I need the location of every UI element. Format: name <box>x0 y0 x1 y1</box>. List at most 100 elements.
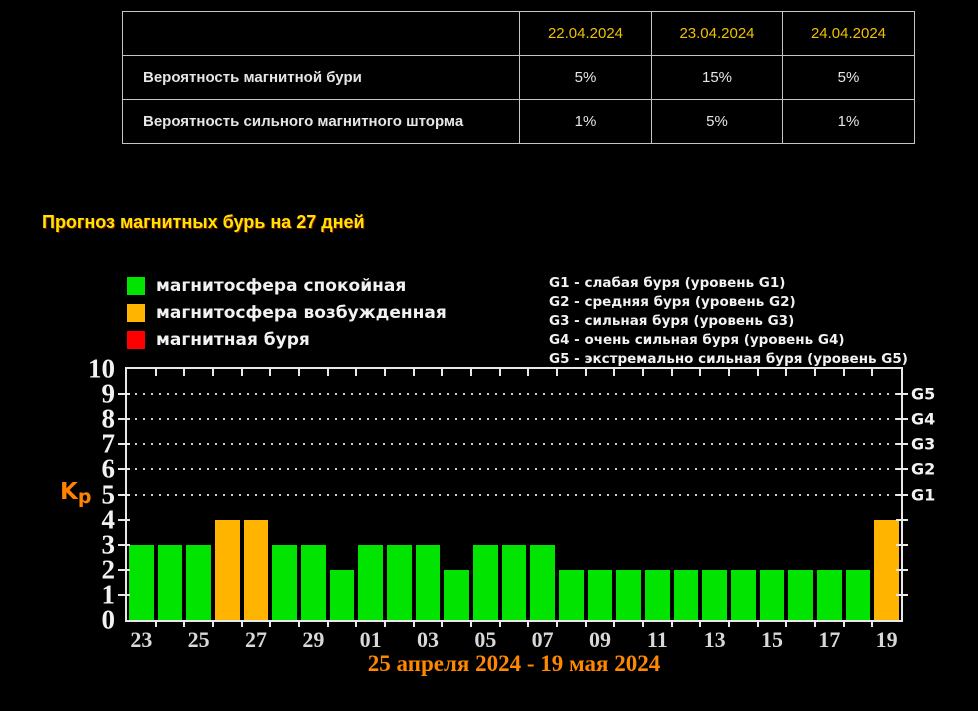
kp-bar-12 <box>674 570 699 620</box>
table-row: Вероятность сильного магнитного шторма 1… <box>123 100 915 144</box>
y-tick-label: 10 <box>88 356 115 383</box>
bar-slot <box>213 369 242 620</box>
x-tick-label: 01 <box>360 627 382 653</box>
storm-level-list: G1 - слабая буря (уровень G1)G2 - средня… <box>549 274 908 369</box>
left-axis-tick <box>118 519 130 521</box>
legend-item: магнитосфера возбужденная <box>127 299 447 326</box>
top-axis-tick <box>269 369 271 376</box>
right-axis-tick <box>896 494 908 496</box>
x-tick-label: 25 <box>188 627 210 653</box>
kp-bar-chart <box>125 367 903 622</box>
y-tick-label: 8 <box>102 406 116 433</box>
top-axis-tick <box>527 369 529 376</box>
top-axis-tick <box>871 369 873 376</box>
bar-slot <box>844 369 873 620</box>
top-axis-tick <box>642 369 644 376</box>
bars-container <box>127 369 901 620</box>
table-row: Вероятность магнитной бури 5% 15% 5% <box>123 56 915 100</box>
x-tick-label: 27 <box>245 627 267 653</box>
bar-slot <box>385 369 414 620</box>
top-axis-tick <box>183 369 185 376</box>
x-tick-label: 15 <box>761 627 783 653</box>
top-axis-tick <box>441 369 443 376</box>
g-level-label: G2 <box>911 460 935 479</box>
row-value: 1% <box>783 100 915 144</box>
bar-slot <box>156 369 185 620</box>
row-label: Вероятность сильного магнитного шторма <box>123 100 520 144</box>
bar-slot <box>586 369 615 620</box>
kp-bar-05 <box>473 545 498 620</box>
top-axis-tick <box>155 369 157 376</box>
kp-bar-11 <box>645 570 670 620</box>
kp-bar-13 <box>702 570 727 620</box>
kp-bar-17 <box>817 570 842 620</box>
kp-bar-25 <box>186 545 211 620</box>
x-tick-label: 07 <box>532 627 554 653</box>
top-axis-tick <box>470 369 472 376</box>
bar-slot <box>500 369 529 620</box>
kp-bar-06 <box>502 545 527 620</box>
x-tick-label: 17 <box>818 627 840 653</box>
left-axis-tick <box>118 494 130 496</box>
row-value: 5% <box>520 56 652 100</box>
kp-bar-01 <box>358 545 383 620</box>
left-axis-tick <box>118 443 130 445</box>
legend-swatch-quiet <box>127 277 145 295</box>
bar-slot <box>758 369 787 620</box>
bar-slot <box>184 369 213 620</box>
kp-bar-10 <box>616 570 641 620</box>
x-tick-label: 05 <box>474 627 496 653</box>
top-axis-tick <box>613 369 615 376</box>
x-axis-title: 25 апреля 2024 - 19 мая 2024 <box>125 651 903 677</box>
legend-swatch-excited <box>127 304 145 322</box>
bar-slot <box>471 369 500 620</box>
right-axis-tick <box>896 443 908 445</box>
g-level-label: G3 <box>911 435 935 454</box>
y-tick-label: 0 <box>102 607 116 634</box>
table-header-date: 23.04.2024 <box>652 12 783 56</box>
kp-bar-23 <box>129 545 154 620</box>
x-tick-label: 19 <box>876 627 898 653</box>
row-value: 5% <box>652 100 783 144</box>
left-axis-tick <box>118 569 130 571</box>
kp-bar-03 <box>416 545 441 620</box>
y-tick-label: 1 <box>102 581 116 608</box>
kp-bar-28 <box>272 545 297 620</box>
top-axis-tick <box>212 369 214 376</box>
legend-swatch-storm <box>127 331 145 349</box>
top-axis-tick <box>843 369 845 376</box>
probability-table: 22.04.2024 23.04.2024 24.04.2024 Вероятн… <box>122 11 915 144</box>
y-tick-label: 3 <box>102 531 116 558</box>
g-level-label: G4 <box>911 410 935 429</box>
x-tick-label: 29 <box>302 627 324 653</box>
x-axis-labels: 2325272901030507091113151719 <box>125 627 903 653</box>
y-tick-label: 6 <box>102 456 116 483</box>
kp-bar-14 <box>731 570 756 620</box>
row-value: 15% <box>652 56 783 100</box>
top-axis-tick <box>384 369 386 376</box>
left-axis-tick <box>118 544 130 546</box>
top-axis-tick <box>728 369 730 376</box>
left-axis-tick <box>118 393 130 395</box>
bar-slot <box>442 369 471 620</box>
x-tick-label: 03 <box>417 627 439 653</box>
kp-bar-09 <box>588 570 613 620</box>
top-axis-tick <box>355 369 357 376</box>
legend-label: магнитосфера возбужденная <box>156 303 447 323</box>
table-header-row: 22.04.2024 23.04.2024 24.04.2024 <box>123 12 915 56</box>
top-axis-tick <box>241 369 243 376</box>
kp-bar-15 <box>760 570 785 620</box>
kp-bar-27 <box>244 520 269 620</box>
left-axis-tick <box>118 468 130 470</box>
kp-bar-26 <box>215 520 240 620</box>
kp-bar-24 <box>158 545 183 620</box>
bar-slot <box>557 369 586 620</box>
left-axis-tick <box>118 418 130 420</box>
storm-level-line: G2 - средняя буря (уровень G2) <box>549 293 908 312</box>
y-tick-label: 7 <box>102 431 116 458</box>
right-axis-tick <box>896 418 908 420</box>
kp-axis-label: Kp <box>60 479 91 505</box>
table-header-date: 22.04.2024 <box>520 12 652 56</box>
bar-slot <box>328 369 357 620</box>
kp-bar-18 <box>846 570 871 620</box>
